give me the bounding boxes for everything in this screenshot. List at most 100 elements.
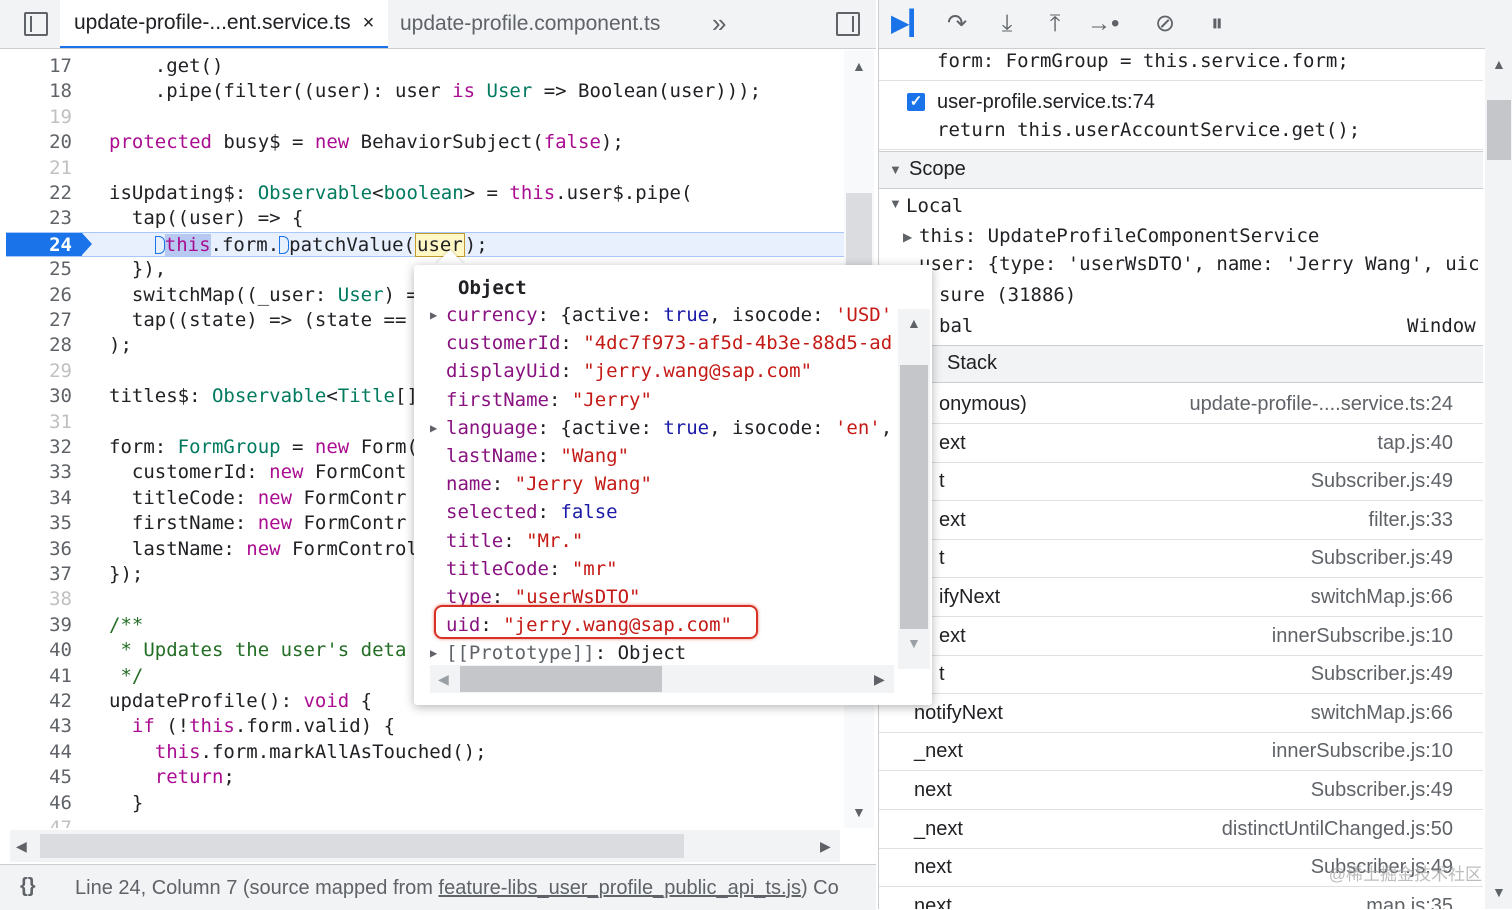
line-number[interactable]: 21 [6,156,72,181]
call-frame[interactable]: next map.js:35 [879,887,1483,909]
line-number[interactable]: 26 [6,283,72,308]
line-number[interactable]: 30 [6,384,72,409]
object-property[interactable]: ▶ language: {active: true, isocode: 'en', [430,414,892,442]
line-number[interactable]: 32 [6,435,72,460]
editor-horizontal-scrollbar[interactable]: ◀ ▶ [10,830,840,862]
line-number[interactable]: 47 [6,816,72,828]
scroll-left-icon[interactable]: ◀ [16,838,27,855]
breakpoint-item[interactable]: ✓ user-profile.service.ts:74 return this… [879,81,1483,150]
line-number[interactable]: 44 [6,740,72,765]
scroll-left-icon[interactable]: ◀ [438,671,449,688]
line-number[interactable]: 45 [6,765,72,790]
call-frame[interactable]: next Subscriber.js:49 [879,771,1483,810]
popover-horizontal-scrollbar[interactable]: ◀ ▶ [430,665,894,693]
call-frame[interactable]: t Subscriber.js:49 [879,539,1483,579]
line-number[interactable]: 18 [6,79,72,104]
scope-closure[interactable]: sure (31886) [939,284,1076,306]
object-property[interactable]: firstName: "Jerry" [446,386,652,414]
code-line[interactable]: 20 protected busy$ = new BehaviorSubject(… [6,130,844,155]
object-property[interactable]: ▶ [[Prototype]]: Object [430,639,686,667]
toggle-debugger-icon[interactable] [836,12,860,36]
line-number[interactable]: 40 [6,638,72,663]
object-property[interactable]: selected: false [446,498,618,526]
line-number[interactable]: 28 [6,333,72,358]
code-line[interactable]: 22 isUpdating$: Observable<boolean> = thi… [6,181,844,206]
local-scope-title[interactable]: Local [906,195,963,217]
scroll-up-icon[interactable]: ▲ [852,58,866,74]
toggle-navigator-icon[interactable] [24,12,48,36]
tab-update-profile-component[interactable]: update-profile.component.ts [390,0,670,48]
scroll-right-icon[interactable]: ▶ [874,671,885,688]
line-number[interactable]: 22 [6,181,72,206]
scroll-thumb[interactable] [900,365,928,629]
line-number[interactable]: 38 [6,587,72,612]
code-line[interactable]: 43 if (!this.form.valid) { [6,714,844,739]
line-number[interactable]: 17 [6,54,72,79]
call-frame[interactable]: onymous) update-profile-....service.ts:24 [879,385,1483,424]
deactivate-breakpoints-icon[interactable]: ⊘ [1149,8,1181,40]
line-number[interactable]: 23 [6,206,72,231]
step-over-icon[interactable]: ↷ [941,8,973,40]
object-property[interactable]: ▶ currency: {active: true, isocode: 'USD' [430,301,892,329]
code-line[interactable]: 44 this.form.markAllAsTouched(); [6,740,844,765]
object-property[interactable]: lastName: "Wang" [446,442,629,470]
pause-on-exceptions-icon[interactable]: ⏸ [1201,8,1233,40]
step-out-icon[interactable]: ⤒ [1039,8,1071,40]
line-number[interactable]: 46 [6,791,72,816]
line-number[interactable]: 29 [6,359,72,384]
line-number[interactable]: 39 [6,613,72,638]
scope-global[interactable]: bal [939,315,973,337]
pretty-print-icon[interactable]: {} [20,875,36,898]
breakpoint-checkbox[interactable]: ✓ [907,93,925,111]
call-frame[interactable]: t Subscriber.js:49 [879,655,1483,695]
line-number[interactable]: 35 [6,511,72,536]
call-frame[interactable]: ifyNext switchMap.js:66 [879,578,1483,617]
line-number[interactable]: 41 [6,664,72,689]
code-line[interactable]: 24 this.form. patchValue(user); [6,231,844,258]
call-frame[interactable]: notifyNext switchMap.js:66 [879,694,1483,733]
source-map-link[interactable]: feature-libs_user_profile_public_api_ts.… [439,877,801,899]
step-into-icon[interactable]: ⤓ [991,8,1023,40]
debugger-scrollbar[interactable]: ▲ ▼ [1485,48,1512,909]
line-number[interactable]: 42 [6,689,72,714]
line-number[interactable]: 20 [6,130,72,155]
call-frame[interactable]: ext innerSubscribe.js:10 [879,617,1483,656]
call-frame[interactable]: t Subscriber.js:49 [879,462,1483,502]
call-frame[interactable]: ext filter.js:33 [879,501,1483,540]
code-line[interactable]: 21 [6,156,844,181]
scroll-up-icon[interactable]: ▲ [1492,56,1506,72]
call-frame[interactable]: _next distinctUntilChanged.js:50 [879,810,1483,849]
line-number[interactable]: 36 [6,537,72,562]
code-line[interactable]: 19 [6,105,844,130]
scroll-thumb[interactable] [40,834,684,858]
object-preview-popover[interactable]: Object ▶ currency: {active: true, isocode… [414,265,932,705]
scope-this[interactable]: this: UpdateProfileComponentService [919,225,1319,247]
call-frame[interactable]: ext tap.js:40 [879,424,1483,463]
call-stack-header[interactable]: Stack [879,345,1483,383]
line-number[interactable]: 27 [6,308,72,333]
popover-vertical-scrollbar[interactable]: ▲ ▼ [898,309,930,669]
code-line[interactable]: 46 } [6,791,844,816]
line-number[interactable]: 19 [6,105,72,130]
object-property[interactable]: name: "Jerry Wang" [446,470,652,498]
call-frame[interactable]: _next innerSubscribe.js:10 [879,732,1483,772]
scroll-down-icon[interactable]: ▼ [907,635,921,651]
code-line[interactable]: 17 .get() [6,54,844,79]
expand-triangle-icon[interactable]: ▶ [430,639,437,667]
line-number[interactable]: 43 [6,714,72,739]
close-tab-icon[interactable]: × [363,12,375,35]
object-property[interactable]: title: "Mr." [446,527,583,555]
scope-section-header[interactable]: ▼ Scope [879,151,1483,189]
scroll-thumb[interactable] [1487,100,1511,160]
code-line[interactable]: 18 .pipe(filter((user): user is User => … [6,79,844,104]
line-number[interactable]: 25 [6,257,72,282]
object-property[interactable]: customerId: "4dc7f973-af5d-4b3e-88d5-ad [446,329,892,357]
more-tabs-icon[interactable]: » [712,8,726,39]
line-number[interactable]: 37 [6,562,72,587]
line-number[interactable]: 34 [6,486,72,511]
line-number[interactable]: 24 [6,233,72,258]
object-property[interactable]: titleCode: "mr" [446,555,618,583]
scroll-down-icon[interactable]: ▼ [1492,884,1506,900]
line-number[interactable]: 31 [6,410,72,435]
expand-triangle-icon[interactable]: ▶ [430,301,437,329]
